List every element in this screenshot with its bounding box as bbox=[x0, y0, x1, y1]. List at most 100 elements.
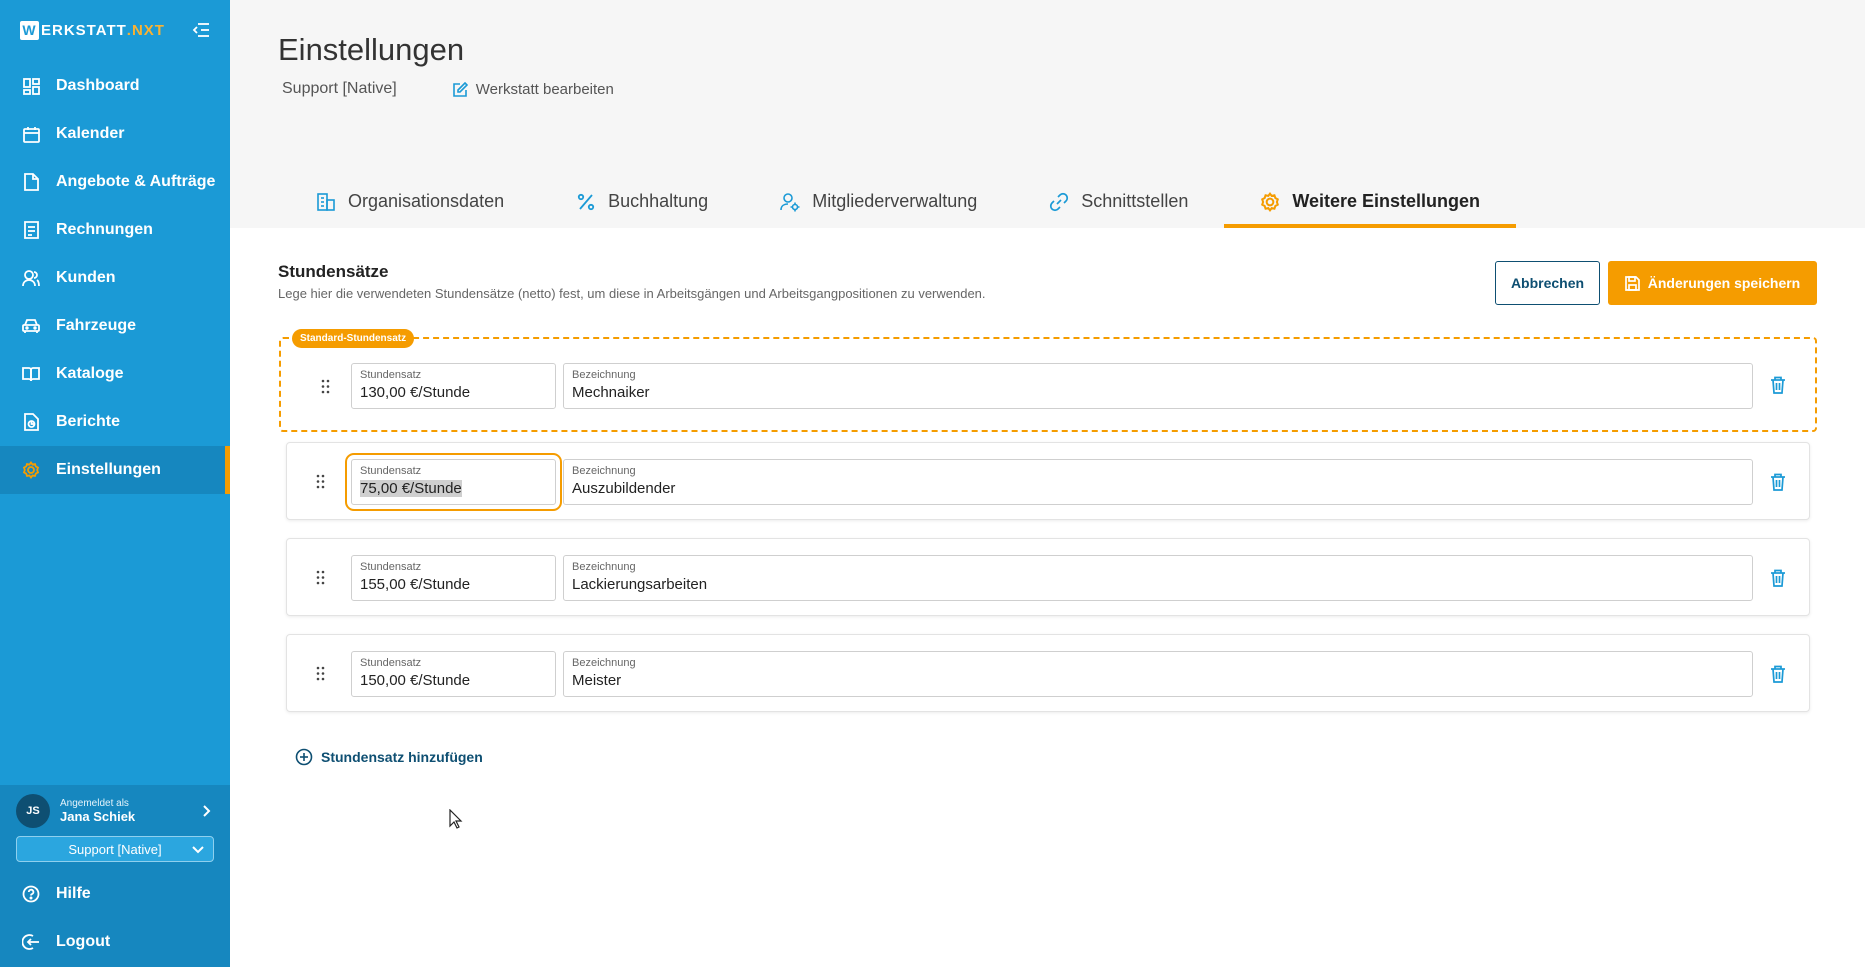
workshop-select[interactable]: Support [Native] bbox=[16, 836, 214, 862]
user-info: Angemeldet als Jana Schiek bbox=[60, 798, 198, 824]
workshop-select-value: Support [Native] bbox=[68, 841, 162, 857]
tab-organisation[interactable]: Organisationsdaten bbox=[280, 175, 540, 228]
gear-icon bbox=[1260, 191, 1280, 212]
logo-suffix: .NXT bbox=[126, 21, 165, 39]
edit-workshop-label: Werkstatt bearbeiten bbox=[475, 80, 614, 98]
add-rate-button[interactable]: Stundensatz hinzufügen bbox=[295, 748, 483, 766]
tab-label: Buchhaltung bbox=[608, 191, 709, 211]
rate-input[interactable]: Stundensatz 155,00 €/Stunde bbox=[351, 555, 556, 601]
drag-handle-icon[interactable] bbox=[313, 471, 327, 491]
rate-input[interactable]: Stundensatz 150,00 €/Stunde bbox=[351, 651, 556, 697]
rate-input-label: Stundensatz bbox=[360, 465, 422, 477]
document-icon bbox=[22, 173, 40, 191]
sidebar-item-dashboard[interactable]: Dashboard bbox=[0, 62, 230, 110]
rate-input-label: Stundensatz bbox=[360, 561, 422, 573]
sidebar-item-label: Angebote & Aufträge bbox=[56, 173, 216, 190]
user-account[interactable]: JS Angemeldet als Jana Schiek bbox=[16, 793, 214, 829]
rate-input-label: Stundensatz bbox=[360, 369, 422, 381]
sidebar-header: W ERKSTATT .NXT bbox=[20, 18, 212, 42]
delete-rate-icon[interactable] bbox=[1767, 567, 1789, 589]
book-icon bbox=[22, 365, 40, 383]
car-icon bbox=[22, 317, 40, 335]
tab-more-settings[interactable]: Weitere Einstellungen bbox=[1224, 175, 1517, 228]
rate-row-default: Stundensatz 130,00 €/Stunde Bezeichnung … bbox=[279, 337, 1817, 432]
name-input[interactable]: Bezeichnung Mechnaiker bbox=[563, 363, 1753, 409]
tab-members[interactable]: Mitgliederverwaltung bbox=[744, 175, 1013, 228]
tab-label: Weitere Einstellungen bbox=[1292, 191, 1481, 211]
sidebar-item-label: Hilfe bbox=[56, 885, 91, 902]
rate-input-value: 130,00 €/Stunde bbox=[360, 384, 471, 401]
rate-input-value: 75,00 €/Stunde bbox=[360, 479, 547, 498]
bottom-nav: Hilfe Logout bbox=[0, 870, 230, 966]
save-button[interactable]: Änderungen speichern bbox=[1608, 261, 1817, 305]
plus-circle-icon bbox=[295, 748, 313, 766]
user-name: Jana Schiek bbox=[60, 809, 136, 824]
name-input[interactable]: Bezeichnung Auszubildender bbox=[563, 459, 1753, 505]
sidebar-item-label: Kunden bbox=[56, 269, 116, 286]
sidebar-item-invoices[interactable]: Rechnungen bbox=[0, 206, 230, 254]
drag-handle-icon[interactable] bbox=[313, 663, 327, 683]
header-subrow: Support [Native] Werkstatt bearbeiten bbox=[282, 80, 614, 98]
name-input-value: Lackierungsarbeiten bbox=[572, 576, 708, 593]
tab-accounting[interactable]: Buchhaltung bbox=[540, 175, 744, 228]
user-caption: Angemeldet als bbox=[60, 798, 129, 809]
drag-handle-icon[interactable] bbox=[313, 567, 327, 587]
sidebar-item-catalogs[interactable]: Kataloge bbox=[0, 350, 230, 398]
sidebar-item-settings[interactable]: Einstellungen bbox=[0, 446, 230, 494]
name-input[interactable]: Bezeichnung Meister bbox=[563, 651, 1753, 697]
tab-interfaces[interactable]: Schnittstellen bbox=[1013, 175, 1224, 228]
sidebar-item-calendar[interactable]: Kalender bbox=[0, 110, 230, 158]
sidebar-item-vehicles[interactable]: Fahrzeuge bbox=[0, 302, 230, 350]
cancel-button[interactable]: Abbrechen bbox=[1495, 261, 1600, 305]
rate-input-value: 155,00 €/Stunde bbox=[360, 576, 471, 593]
logout-icon bbox=[22, 933, 40, 951]
tab-label: Organisationsdaten bbox=[348, 191, 505, 211]
tab-label: Schnittstellen bbox=[1081, 191, 1189, 211]
workshop-name: Support [Native] bbox=[282, 80, 397, 97]
name-input-value: Auszubildender bbox=[572, 480, 676, 497]
sidebar-item-label: Dashboard bbox=[56, 77, 140, 94]
link-icon bbox=[1049, 192, 1069, 212]
section-description: Lege hier die verwendeten Stundensätze (… bbox=[278, 286, 986, 301]
edit-icon bbox=[452, 81, 468, 97]
chevron-down-icon bbox=[191, 842, 205, 857]
rate-input[interactable]: Stundensatz 130,00 €/Stunde bbox=[351, 363, 556, 409]
chevron-right-icon bbox=[198, 803, 214, 819]
delete-rate-icon[interactable] bbox=[1767, 374, 1789, 396]
sidebar-item-label: Logout bbox=[56, 933, 111, 950]
drag-handle-icon[interactable] bbox=[318, 376, 332, 396]
percent-icon bbox=[576, 192, 596, 212]
user-gear-icon bbox=[780, 192, 800, 212]
avatar: JS bbox=[16, 794, 50, 828]
sidebar-item-customers[interactable]: Kunden bbox=[0, 254, 230, 302]
section-title: Stundensätze bbox=[278, 262, 389, 281]
sidebar-item-label: Einstellungen bbox=[56, 461, 161, 478]
logo-mark: W bbox=[20, 20, 39, 40]
sidebar-item-offers-orders[interactable]: Angebote & Aufträge bbox=[0, 158, 230, 206]
edit-workshop-link[interactable]: Werkstatt bearbeiten bbox=[452, 80, 614, 98]
sidebar-item-reports[interactable]: Berichte bbox=[0, 398, 230, 446]
name-input-value: Meister bbox=[572, 672, 622, 689]
page-title: Einstellungen bbox=[278, 32, 465, 67]
rate-input-label: Stundensatz bbox=[360, 657, 422, 669]
gear-icon bbox=[22, 461, 40, 479]
main-nav: Dashboard Kalender Angebote & Aufträge R… bbox=[0, 62, 230, 494]
sidebar-item-help[interactable]: Hilfe bbox=[0, 870, 230, 918]
customers-icon bbox=[22, 269, 40, 287]
rate-input-value: 150,00 €/Stunde bbox=[360, 672, 471, 689]
sidebar-item-label: Berichte bbox=[56, 413, 121, 430]
delete-rate-icon[interactable] bbox=[1767, 663, 1789, 685]
collapse-sidebar-icon[interactable] bbox=[190, 19, 212, 41]
floppy-disk-icon bbox=[1624, 275, 1640, 291]
sidebar-item-logout[interactable]: Logout bbox=[0, 918, 230, 966]
sidebar-item-label: Kalender bbox=[56, 125, 125, 142]
settings-tabs: Organisationsdaten Buchhaltung Mitgliede… bbox=[280, 175, 1517, 228]
rate-input[interactable]: Stundensatz 75,00 €/Stunde bbox=[345, 453, 562, 511]
name-input-label: Bezeichnung bbox=[572, 465, 636, 477]
delete-rate-icon[interactable] bbox=[1767, 471, 1789, 493]
logo-text: ERKSTATT bbox=[41, 21, 127, 39]
rate-row: Stundensatz 155,00 €/Stunde Bezeichnung … bbox=[286, 538, 1810, 616]
logo[interactable]: W ERKSTATT .NXT bbox=[20, 20, 165, 40]
rate-row: Stundensatz 75,00 €/Stunde Bezeichnung A… bbox=[286, 442, 1810, 520]
name-input[interactable]: Bezeichnung Lackierungsarbeiten bbox=[563, 555, 1753, 601]
